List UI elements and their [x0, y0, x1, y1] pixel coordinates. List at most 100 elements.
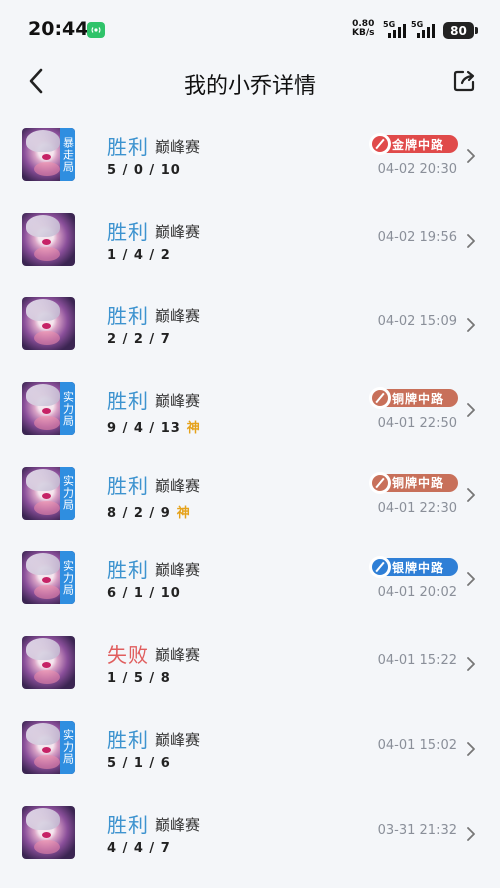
match-list: 暴走局 胜利 巅峰赛 5 / 0 / 10 金牌中路 04-02 20:30 胜利 巅峰赛 1 …	[0, 105, 500, 867]
hero-avatar	[22, 212, 75, 266]
match-type: 巅峰赛	[155, 561, 201, 580]
match-row[interactable]: 实力局 胜利 巅峰赛 5 / 1 / 6 04-01 15:02	[0, 698, 500, 783]
kda-stats: 6 / 1 / 10	[107, 586, 181, 601]
match-row[interactable]: 胜利 巅峰赛 4 / 4 / 7 03-31 21:32	[0, 783, 500, 868]
kda-value: 9 / 4 / 13	[107, 421, 181, 437]
match-time: 04-01 20:02	[377, 585, 457, 601]
chevron-right-icon	[467, 657, 475, 672]
match-result: 胜利	[107, 135, 149, 159]
lane-badge: 银牌中路	[369, 556, 458, 579]
lane-badge: 铜牌中路	[369, 471, 458, 494]
match-result: 胜利	[107, 219, 149, 244]
match-result: 胜利	[107, 389, 149, 414]
lane-badge-label: 铜牌中路	[392, 391, 445, 406]
share-button[interactable]	[452, 69, 478, 93]
signal-bars-icon-2	[417, 24, 435, 38]
chevron-right-icon	[467, 403, 475, 417]
match-type: 巅峰赛	[155, 222, 201, 241]
match-row[interactable]: 失败 巅峰赛 1 / 5 / 8 04-01 15:22	[0, 613, 500, 698]
kda-stats: 5 / 1 / 6	[107, 756, 171, 771]
match-time: 03-31 21:32	[377, 822, 457, 838]
hero-avatar	[22, 636, 75, 690]
network-speed-unit: KB/s	[352, 28, 375, 38]
network-speed: 0.80 KB/s	[352, 20, 374, 38]
match-type: 巅峰赛	[155, 307, 201, 326]
hero-avatar	[22, 297, 75, 351]
kda-stats: 2 / 2 / 7	[107, 332, 171, 347]
mode-tag: 暴走局	[60, 128, 75, 181]
kda-value: 1 / 4 / 2	[107, 247, 171, 263]
signal-bars-icon	[388, 24, 406, 38]
match-result: 失败	[107, 643, 149, 668]
kda-stats: 5 / 0 / 10	[107, 163, 181, 178]
lane-badge-label: 金牌中路	[392, 137, 445, 152]
kda-value: 8 / 2 / 9	[107, 505, 171, 521]
match-time: 04-01 15:02	[377, 737, 457, 753]
status-time: 20:44	[28, 18, 89, 40]
chevron-right-icon	[467, 487, 475, 502]
match-type: 巅峰赛	[155, 815, 201, 834]
battery-icon: 80	[443, 22, 478, 39]
match-type: 巅峰赛	[155, 646, 201, 665]
match-result: 胜利	[107, 473, 149, 498]
match-time: 04-01 22:30	[377, 500, 457, 516]
match-type: 巅峰赛	[155, 730, 201, 749]
hero-avatar: 暴走局	[22, 128, 75, 181]
mode-tag: 实力局	[60, 720, 75, 774]
mode-tag: 实力局	[60, 466, 75, 520]
kda-value: 2 / 2 / 7	[107, 332, 171, 348]
mode-tag: 实力局	[60, 382, 75, 436]
match-row[interactable]: 暴走局 胜利 巅峰赛 5 / 0 / 10 金牌中路 04-02 20:30	[0, 105, 500, 190]
hotspot-icon	[87, 22, 105, 38]
kda-value: 1 / 5 / 8	[107, 671, 171, 687]
hero-avatar: 实力局	[22, 382, 75, 436]
sword-icon	[369, 133, 391, 155]
chevron-right-icon	[467, 233, 475, 248]
match-type: 巅峰赛	[155, 392, 201, 411]
match-type: 巅峰赛	[155, 476, 201, 495]
match-result: 胜利	[107, 727, 149, 752]
kda-stats: 9 / 4 / 13 神	[107, 417, 201, 436]
match-row[interactable]: 实力局 胜利 巅峰赛 8 / 2 / 9 神 铜牌中路 04-01 22:30	[0, 444, 500, 529]
hero-avatar	[22, 805, 75, 859]
kda-stats: 1 / 4 / 2	[107, 248, 171, 263]
kda-stats: 1 / 5 / 8	[107, 671, 171, 686]
nav-bar: 我的小乔详情	[0, 60, 500, 104]
lane-badge-label: 铜牌中路	[392, 476, 445, 491]
kda-value: 5 / 0 / 10	[107, 163, 181, 178]
match-time: 04-01 22:50	[377, 416, 457, 432]
match-result: 胜利	[107, 812, 149, 837]
lane-badge-label: 银牌中路	[392, 560, 445, 575]
kda-value: 5 / 1 / 6	[107, 755, 171, 771]
sword-icon	[369, 387, 391, 410]
kda-value: 6 / 1 / 10	[107, 586, 181, 602]
match-time: 04-02 20:30	[377, 162, 457, 177]
match-row[interactable]: 胜利 巅峰赛 1 / 4 / 2 04-02 19:56	[0, 190, 500, 275]
chevron-right-icon	[467, 572, 475, 587]
match-row[interactable]: 实力局 胜利 巅峰赛 6 / 1 / 10 银牌中路 04-01 20:02	[0, 528, 500, 613]
match-result: 胜利	[107, 304, 149, 329]
sword-icon	[369, 556, 391, 579]
match-result: 胜利	[107, 558, 149, 583]
chevron-right-icon	[467, 826, 475, 841]
lane-badge: 金牌中路	[369, 133, 458, 155]
mode-tag: 实力局	[60, 551, 75, 605]
match-time: 04-01 15:22	[377, 653, 457, 669]
match-type: 巅峰赛	[155, 138, 201, 156]
match-row[interactable]: 胜利 巅峰赛 2 / 2 / 7 04-02 15:09	[0, 274, 500, 359]
page-title: 我的小乔详情	[183, 74, 316, 99]
match-time: 04-02 15:09	[377, 314, 457, 330]
god-tag: 神	[176, 505, 191, 521]
hero-avatar: 实力局	[22, 551, 75, 605]
match-time: 04-02 19:56	[377, 229, 457, 245]
chevron-right-icon	[467, 318, 475, 333]
kda-stats: 8 / 2 / 9 神	[107, 502, 191, 521]
chevron-right-icon	[467, 741, 475, 756]
chevron-right-icon	[467, 149, 475, 163]
match-row[interactable]: 实力局 胜利 巅峰赛 9 / 4 / 13 神 铜牌中路 04-01 22:50	[0, 359, 500, 444]
kda-value: 4 / 4 / 7	[107, 840, 171, 856]
status-bar: 20:44 0.80 KB/s 5G 5G 80	[0, 0, 500, 60]
kda-stats: 4 / 4 / 7	[107, 841, 171, 856]
hero-avatar: 实力局	[22, 466, 75, 520]
lane-badge: 铜牌中路	[369, 387, 458, 410]
